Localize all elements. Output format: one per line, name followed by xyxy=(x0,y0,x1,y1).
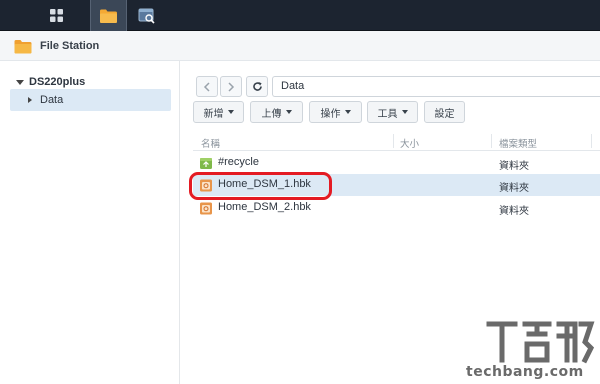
file-list-header: 名稱 大小 檔案類型 xyxy=(193,131,600,151)
new-label: 新增 xyxy=(203,108,224,120)
file-type: 資料夾 xyxy=(499,161,529,172)
column-header-name[interactable]: 名稱 xyxy=(201,136,220,150)
sidebar-item-label: Data xyxy=(40,94,64,106)
backup-folder-icon xyxy=(200,202,212,215)
column-header-type[interactable]: 檔案類型 xyxy=(499,136,537,150)
refresh-button[interactable] xyxy=(246,76,268,97)
dropdown-arrow-icon xyxy=(401,110,408,114)
sidebar-item-data[interactable]: Data xyxy=(10,89,171,111)
dropdown-arrow-icon xyxy=(285,110,292,114)
column-divider[interactable] xyxy=(491,134,492,148)
upload-label: 上傳 xyxy=(261,108,282,120)
file-type: 資料夾 xyxy=(499,206,529,217)
action-button[interactable]: 操作 xyxy=(309,101,362,123)
dropdown-arrow-icon xyxy=(344,110,351,114)
techbang-logo xyxy=(486,321,595,364)
folder-icon xyxy=(14,40,32,54)
dropdown-arrow-icon xyxy=(227,110,234,114)
taskbar-file-station-button[interactable] xyxy=(90,0,127,31)
action-label: 操作 xyxy=(320,108,341,120)
window-title: File Station xyxy=(40,40,100,52)
file-row[interactable]: #recycle 資料夾 xyxy=(193,152,600,174)
caret-right-icon[interactable] xyxy=(28,97,32,103)
taskbar-app-button[interactable] xyxy=(128,0,165,31)
column-header-size[interactable]: 大小 xyxy=(400,136,419,150)
settings-label: 設定 xyxy=(434,108,455,120)
upload-button[interactable]: 上傳 xyxy=(250,101,303,123)
taskbar xyxy=(0,0,600,31)
back-button[interactable] xyxy=(196,76,218,97)
file-name: #recycle xyxy=(218,156,259,168)
recycle-folder-icon xyxy=(200,158,212,169)
path-field[interactable]: Data xyxy=(272,76,600,97)
chevron-left-icon xyxy=(203,81,210,92)
tree-root-label: DS220plus xyxy=(29,76,86,88)
file-row[interactable]: Home_DSM_2.hbk 資料夾 xyxy=(193,197,600,219)
tools-button[interactable]: 工具 xyxy=(367,101,418,123)
main-menu-button[interactable] xyxy=(38,0,75,31)
highlight-outline xyxy=(189,172,332,200)
column-divider[interactable] xyxy=(591,134,592,148)
new-button[interactable]: 新增 xyxy=(193,101,244,123)
tree-root-ds220plus[interactable]: DS220plus xyxy=(16,76,85,88)
column-divider[interactable] xyxy=(393,134,394,148)
caret-down-icon[interactable] xyxy=(16,79,24,85)
watermark-text: techbang.com xyxy=(466,364,584,380)
file-type: 資料夾 xyxy=(499,183,529,194)
file-name: Home_DSM_2.hbk xyxy=(218,201,311,213)
grid-icon xyxy=(50,9,63,22)
chevron-right-icon xyxy=(228,81,235,92)
forward-button[interactable] xyxy=(220,76,242,97)
folder-icon xyxy=(100,9,117,23)
search-window-icon xyxy=(138,8,155,24)
tools-label: 工具 xyxy=(377,108,398,120)
window-titlebar: File Station xyxy=(0,31,600,61)
refresh-icon xyxy=(252,82,262,91)
settings-button[interactable]: 設定 xyxy=(424,101,465,123)
